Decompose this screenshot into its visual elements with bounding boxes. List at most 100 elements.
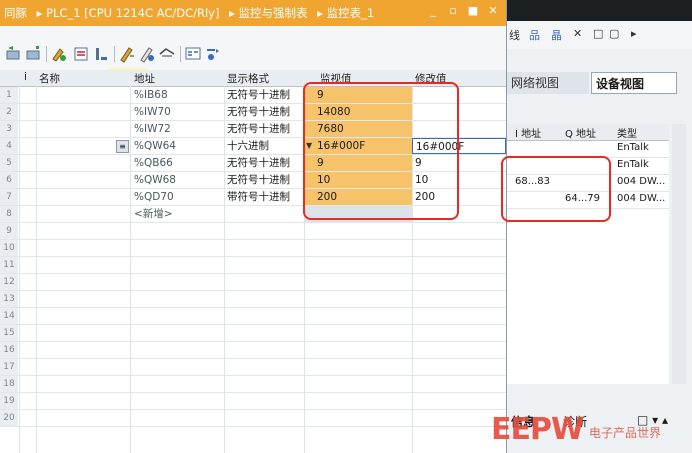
table-row[interactable]: 7 %QD70 带符号十进制 200 200: [0, 189, 506, 206]
toolbar-item[interactable]: ▢: [609, 27, 619, 40]
column-header-type[interactable]: 类型: [617, 125, 637, 140]
breadcrumb-watch-force[interactable]: ▸ 监控与强制表: [229, 6, 307, 20]
title-bar: 同豚 ▸ PLC_1 [CPU 1214C AC/DC/Rly] ▸ 监控与强制…: [0, 0, 506, 26]
row-number: 14: [0, 308, 18, 324]
table-row[interactable]: 1 %IB68 无符号十进制 9: [0, 87, 506, 104]
grid-header: I 地址 Q 地址 类型: [507, 124, 669, 141]
modify-value-cell[interactable]: [412, 121, 506, 137]
format-cell[interactable]: 无符号十进制: [227, 104, 290, 120]
monitor-value-cell: 16#000F: [305, 138, 412, 154]
format-cell[interactable]: 十六进制: [227, 138, 269, 154]
row-number: 10: [0, 240, 18, 256]
restore-button[interactable]: ▫: [446, 4, 460, 18]
modify-value-cell[interactable]: 9: [412, 155, 506, 171]
column-header-address[interactable]: 地址: [134, 71, 155, 86]
monitor-value-cell: 9: [305, 155, 412, 171]
close-button[interactable]: ✕: [486, 4, 500, 18]
table-row[interactable]: 20: [0, 410, 506, 427]
monitor-value-cell: 200: [305, 189, 412, 205]
toolbar-item[interactable]: ▸: [631, 27, 637, 40]
column-header-modify-value[interactable]: 修改值: [415, 71, 447, 86]
toolbar-item[interactable]: 品: [529, 27, 540, 43]
table-row[interactable]: 9: [0, 223, 506, 240]
format-dropdown-icon[interactable]: ▼: [306, 141, 312, 150]
table-row[interactable]: 5 %QB66 无符号十进制 9 9: [0, 155, 506, 172]
trigger-icon[interactable]: [92, 45, 110, 63]
address-cell[interactable]: %IB68: [134, 87, 168, 103]
column-header-q-address[interactable]: Q 地址: [565, 125, 596, 140]
scrollbar[interactable]: [672, 124, 686, 384]
address-cell[interactable]: %IW72: [134, 121, 171, 137]
table-row[interactable]: 4 %QW64 十六进制 16#000F 16#000F ≡ ▼: [0, 138, 506, 155]
table-row[interactable]: 19: [0, 393, 506, 410]
column-header-monitor-value[interactable]: 监视值: [320, 71, 352, 86]
column-header-name[interactable]: 名称: [39, 71, 60, 86]
glasses-icon[interactable]: [158, 45, 176, 63]
tab-device-view[interactable]: 设备视图: [591, 72, 677, 94]
modify-value-cell[interactable]: [412, 206, 506, 222]
table-row[interactable]: 10: [0, 240, 506, 257]
monitor-once-icon[interactable]: [118, 45, 136, 63]
device-toolbar: 线 品 晶 ✕ □ ▢ ▸: [507, 21, 692, 49]
address-cell[interactable]: %IW70: [134, 104, 171, 120]
monitor-toggle-icon[interactable]: [204, 45, 222, 63]
table-row[interactable]: 18: [0, 376, 506, 393]
watch-table-grid: i 名称 地址 显示格式 监视值 修改值 1 %IB68 无符号十进制 9 2 %IW70…: [0, 70, 506, 453]
address-cell[interactable]: <新增>: [134, 206, 173, 222]
format-cell[interactable]: 无符号十进制: [227, 172, 290, 188]
table-row[interactable]: 14: [0, 308, 506, 325]
type-cell: 004 DW...: [617, 176, 666, 187]
table-row[interactable]: 2 %IW70 无符号十进制 14080: [0, 104, 506, 121]
table-row[interactable]: 15: [0, 325, 506, 342]
modify-value-icon[interactable]: [50, 45, 68, 63]
table-row[interactable]: 6 %QW68 无符号十进制 10 10: [0, 172, 506, 189]
format-cell[interactable]: 带符号十进制: [227, 189, 290, 205]
toolbar-item[interactable]: ✕: [573, 27, 582, 40]
format-cell[interactable]: 无符号十进制: [227, 87, 290, 103]
monitor-value-cell: [305, 206, 412, 222]
address-cell[interactable]: %QW68: [134, 172, 176, 188]
toolbar-separator: [180, 46, 181, 62]
device-view-window: 线 品 晶 ✕ □ ▢ ▸ 网络视图 设备视图 I 地址 Q 地址 类型 EnT…: [507, 0, 692, 453]
modify-value-cell[interactable]: [412, 104, 506, 120]
row-number: 5: [0, 155, 18, 171]
monitor-value-cell: 14080: [305, 104, 412, 120]
minimize-button[interactable]: _: [426, 4, 440, 18]
watermark-text: 电子产品世界: [589, 426, 662, 440]
modify-value-cell[interactable]: 200: [412, 189, 506, 205]
format-cell[interactable]: 无符号十进制: [227, 121, 290, 137]
breadcrumb-plc[interactable]: ▸ PLC_1 [CPU 1214C AC/DC/Rly]: [37, 6, 220, 20]
monitor-all-icon[interactable]: [138, 45, 156, 63]
column-header-display-format[interactable]: 显示格式: [227, 71, 269, 86]
table-row[interactable]: 13: [0, 291, 506, 308]
modify-value-cell[interactable]: [412, 87, 506, 103]
toolbar-item[interactable]: 晶: [551, 27, 562, 43]
table-row[interactable]: 11: [0, 257, 506, 274]
address-cell[interactable]: %QW64: [134, 138, 176, 154]
address-cell[interactable]: %QB66: [134, 155, 173, 171]
toolbar-item[interactable]: 线: [509, 27, 520, 43]
row-options-icon[interactable]: ≡: [116, 140, 129, 153]
row-number: 6: [0, 172, 18, 188]
tab-network-view[interactable]: 网络视图: [507, 72, 589, 94]
format-cell[interactable]: 无符号十进制: [227, 155, 290, 171]
breadcrumb-project[interactable]: 同豚: [4, 6, 27, 20]
maximize-button[interactable]: ■: [466, 4, 480, 18]
table-row[interactable]: 3 %IW72 无符号十进制 7680: [0, 121, 506, 138]
insert-row-icon[interactable]: [4, 45, 22, 63]
toolbar-item[interactable]: □: [593, 27, 603, 40]
column-header-i-address[interactable]: I 地址: [515, 125, 541, 140]
modify-value-cell[interactable]: 10: [412, 172, 506, 188]
add-row-icon[interactable]: [24, 45, 42, 63]
table-row[interactable]: 8 <新增>: [0, 206, 506, 223]
grid-header: i 名称 地址 显示格式 监视值 修改值: [0, 70, 506, 87]
top-strip: [507, 0, 692, 21]
table-row[interactable]: 17: [0, 359, 506, 376]
address-cell[interactable]: %QD70: [134, 189, 174, 205]
force-value-icon[interactable]: [72, 45, 90, 63]
table-row[interactable]: 12: [0, 274, 506, 291]
modify-value-cell[interactable]: 16#000F: [412, 138, 506, 154]
breadcrumb-watch-table[interactable]: ▸ 监控表_1: [317, 6, 374, 20]
monitor-table-icon[interactable]: [184, 45, 202, 63]
table-row[interactable]: 16: [0, 342, 506, 359]
